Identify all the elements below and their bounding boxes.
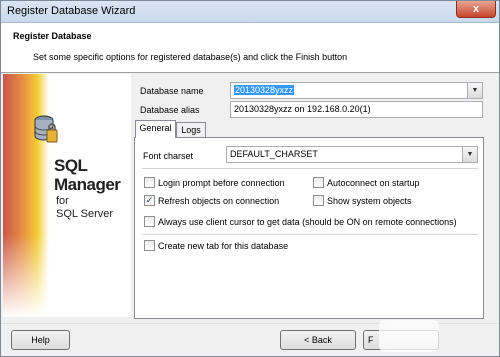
close-icon: x: [472, 3, 480, 15]
brand-for: for: [56, 195, 69, 207]
login-prompt-checkbox[interactable]: [144, 177, 155, 188]
brand-sql: SQL: [54, 156, 88, 175]
close-button[interactable]: x: [456, 1, 496, 18]
title-bar: Register Database Wizard x: [1, 1, 499, 23]
database-alias-value: 20130328yxzz on 192.168.0.20(1): [234, 104, 371, 114]
font-charset-select[interactable]: DEFAULT_CHARSET ▼: [226, 146, 478, 163]
product-banner: SQL Manager for SQL Server: [3, 74, 131, 317]
database-name-label: Database name: [140, 86, 204, 96]
divider: [142, 234, 478, 235]
database-alias-label: Database alias: [140, 105, 200, 115]
wizard-header: Register Database Set some specific opti…: [1, 23, 499, 73]
client-cursor-label: Always use client cursor to get data (sh…: [158, 217, 457, 227]
login-prompt-label: Login prompt before connection: [158, 178, 285, 188]
autoconnect-checkbox[interactable]: [313, 177, 324, 188]
brand-manager: Manager: [54, 175, 121, 194]
page-subtitle: Set some specific options for registered…: [33, 52, 348, 62]
brand-sql-server: SQL Server: [56, 208, 114, 220]
page-title: Register Database: [13, 31, 92, 41]
back-button[interactable]: < Back: [280, 330, 356, 350]
show-system-objects-checkbox[interactable]: [313, 195, 324, 206]
font-charset-label: Font charset: [143, 151, 194, 161]
refresh-objects-label: Refresh objects on connection: [158, 196, 280, 206]
watermark: [379, 320, 439, 352]
help-button[interactable]: Help: [11, 330, 70, 350]
divider: [142, 168, 478, 169]
autoconnect-label: Autoconnect on startup: [327, 178, 420, 188]
client-cursor-checkbox[interactable]: [144, 216, 155, 227]
database-name-value: 20130328yxzz: [234, 85, 295, 95]
create-new-tab-label: Create new tab for this database: [158, 241, 289, 251]
show-system-objects-label: Show system objects: [327, 196, 412, 206]
wizard-window: Register Database Wizard x Register Data…: [0, 0, 500, 357]
tab-logs[interactable]: Logs: [176, 122, 206, 138]
refresh-objects-checkbox[interactable]: ✓: [144, 195, 155, 206]
database-icon: [34, 115, 58, 143]
general-tab-panel: [134, 137, 484, 319]
create-new-tab-checkbox[interactable]: [144, 240, 155, 251]
chevron-down-icon[interactable]: ▼: [467, 83, 482, 98]
window-title: Register Database Wizard: [7, 5, 136, 17]
tab-general[interactable]: General: [135, 120, 176, 138]
database-name-combo[interactable]: 20130328yxzz ▼: [230, 82, 483, 99]
checkmark-icon: ✓: [145, 195, 154, 205]
font-charset-value: DEFAULT_CHARSET: [230, 149, 318, 159]
chevron-down-icon[interactable]: ▼: [462, 147, 477, 162]
database-alias-input[interactable]: 20130328yxzz on 192.168.0.20(1): [230, 101, 483, 118]
